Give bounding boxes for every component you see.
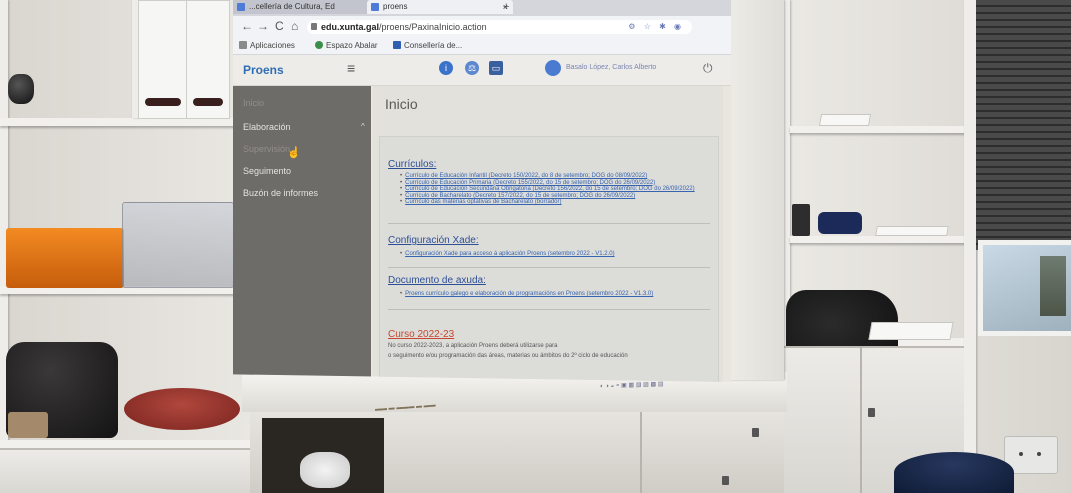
browser-tab-bar: ...cellería de Cultura, Ed × proens × + xyxy=(233,0,731,16)
curriculo-link[interactable]: Currículo de Educación Primaria (Decreto… xyxy=(400,180,695,187)
brand-logo[interactable]: Proens xyxy=(243,63,284,77)
url-field[interactable]: edu.xunta.gal/proens/PaxinaInicio.action… xyxy=(307,20,692,34)
favicon-icon xyxy=(237,3,245,11)
section-heading-xade: Configuración Xade: xyxy=(388,235,479,246)
lock-icon xyxy=(311,23,317,30)
clear-desk-trays xyxy=(122,202,234,288)
bookmark-apps[interactable]: Aplicaciones xyxy=(239,41,295,50)
bookmarks-bar: Aplicaciones Espazo Abalar Consellería d… xyxy=(233,38,731,55)
axuda-link[interactable]: Proens currículo galego e elaboración de… xyxy=(400,291,653,298)
projected-browser-window: ...cellería de Cultura, Ed × proens × + … xyxy=(233,0,731,382)
shelf-top-right xyxy=(790,126,968,133)
pen-holder xyxy=(792,204,810,236)
divider xyxy=(388,267,710,268)
red-plate xyxy=(124,388,240,430)
scales-icon[interactable]: ⚖ xyxy=(465,61,479,75)
black-object xyxy=(8,74,34,104)
outdoor-view xyxy=(1040,256,1066,316)
divider xyxy=(388,223,710,224)
browser-tab[interactable]: ...cellería de Cultura, Ed × xyxy=(233,0,377,14)
paper-stack xyxy=(818,114,872,126)
conselleria-icon xyxy=(393,41,401,49)
back-arrow-icon[interactable]: ← xyxy=(241,19,253,33)
shelf-top-left xyxy=(0,118,240,126)
cabinet-lock xyxy=(752,428,759,437)
abalar-icon xyxy=(315,41,323,49)
forward-arrow-icon[interactable]: → xyxy=(257,19,269,33)
divider xyxy=(388,309,710,310)
window-blinds xyxy=(976,0,1071,250)
sidebar-item-inicio[interactable]: Inicio xyxy=(243,98,264,108)
bag-strap xyxy=(8,412,48,438)
office-chair xyxy=(894,452,1014,493)
mouse-cursor-icon: ☝ xyxy=(287,147,301,159)
cabinet-lock xyxy=(722,476,729,485)
sidebar-item-supervision[interactable]: Supervisión xyxy=(243,144,290,154)
whiteboard-frame-right xyxy=(724,0,784,380)
user-name[interactable]: Basalo López, Carlos Alberto xyxy=(566,64,656,71)
section-heading-curso: Curso 2022-23 xyxy=(388,329,455,340)
new-tab-button[interactable]: + xyxy=(503,1,509,13)
curriculos-list: Currículo de Educación Infantil (Decreto… xyxy=(400,173,695,206)
info-icon[interactable]: i xyxy=(439,61,453,75)
reload-icon[interactable]: C xyxy=(275,19,284,33)
curriculo-link[interactable]: Currículo de Educación Infantil (Decreto… xyxy=(400,173,695,180)
curriculo-link[interactable]: Currículo de Bacharelato (Decreto 157/20… xyxy=(400,193,695,200)
tape-dispenser xyxy=(818,212,862,234)
white-binder xyxy=(138,0,188,119)
favicon-icon xyxy=(371,3,379,11)
power-icon[interactable]: ⏻ xyxy=(703,61,713,76)
shelf-middle-right xyxy=(790,236,968,243)
xade-list: Configuración Xade para acceso á aplicac… xyxy=(400,251,614,258)
main-content: Inicio Currículos: Currículo de Educació… xyxy=(373,86,723,382)
bookmark-espazo-abalar[interactable]: Espazo Abalar xyxy=(315,41,378,50)
info-panel: Currículos: Currículo de Educación Infan… xyxy=(379,136,719,382)
page-title: Inicio xyxy=(385,96,418,112)
xade-link[interactable]: Configuración Xade para acceso á aplicac… xyxy=(400,251,614,258)
hamburger-icon[interactable]: ≡ xyxy=(347,60,355,76)
sidebar: Inicio Elaboración ^ Supervisión Seguime… xyxy=(233,86,371,382)
avatar-icon[interactable] xyxy=(545,60,561,76)
curso-text: No curso 2022-2023, a aplicación Proens … xyxy=(388,343,558,349)
browser-tab-proens[interactable]: proens × xyxy=(367,0,513,14)
left-cabinet xyxy=(0,448,250,493)
sidebar-item-buzon[interactable]: Buzón de informes xyxy=(243,188,318,198)
address-bar-row: ← → C ⌂ edu.xunta.gal/proens/PaxinaInici… xyxy=(233,16,731,38)
white-binder xyxy=(186,0,230,119)
home-icon[interactable]: ⌂ xyxy=(291,19,298,33)
sidebar-item-elaboracion[interactable]: Elaboración xyxy=(243,122,291,132)
cabinet-seam xyxy=(640,402,642,493)
orange-tray xyxy=(6,228,124,288)
paper-stack xyxy=(875,226,949,236)
photo-scene: ...cellería de Cultura, Ed × proens × + … xyxy=(0,0,1071,493)
proens-header: Proens ≡ i ⚖ ▭ Basalo López, Carlos Albe… xyxy=(233,55,731,86)
extension-icons[interactable]: ⚙ ☆ ✱ ◉ xyxy=(628,20,684,34)
curso-text: o seguimento e/ou programación das áreas… xyxy=(388,353,628,359)
sidebar-item-seguimento[interactable]: Seguimento xyxy=(243,166,291,176)
section-heading-curriculos: Currículos: xyxy=(388,159,437,170)
right-edge-upright xyxy=(964,0,976,493)
inbox-icon[interactable]: ▭ xyxy=(489,61,503,75)
cabinet-seam xyxy=(860,346,862,493)
curriculo-link[interactable]: Currículo de Educación Secundaria Obriga… xyxy=(400,186,695,193)
apps-grid-icon xyxy=(239,41,247,49)
cabinet-lock xyxy=(868,408,875,417)
section-heading-axuda: Documento de axuda: xyxy=(388,275,486,286)
curriculo-link[interactable]: Currículo das materias optativas de Bach… xyxy=(400,199,695,206)
paper-stack xyxy=(868,322,954,340)
bookmark-conselleria[interactable]: Consellería de... xyxy=(393,41,462,50)
axuda-list: Proens currículo galego e elaboración de… xyxy=(400,291,653,298)
white-cloth xyxy=(300,452,350,488)
chevron-up-icon[interactable]: ^ xyxy=(361,122,365,131)
